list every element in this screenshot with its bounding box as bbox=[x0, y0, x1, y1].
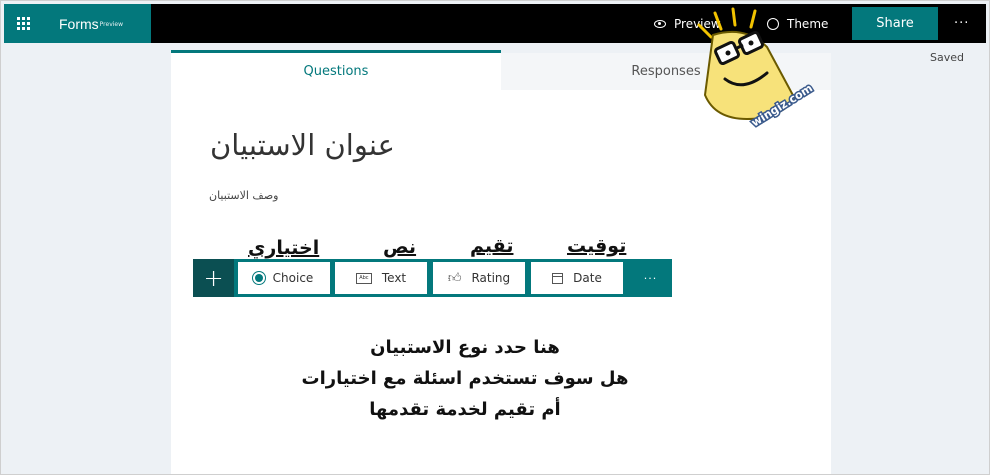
question-type-toolbar: + Choice Abc Text 👍︎ Rating Date ··· bbox=[193, 259, 672, 297]
instructions: هنا حدد نوع الاستبيان هل سوف تستخدم اسئل… bbox=[300, 332, 630, 425]
app-launcher-button[interactable] bbox=[4, 4, 43, 43]
thumbs-up-icon: 👍︎ bbox=[447, 270, 462, 286]
share-button[interactable]: Share bbox=[852, 7, 938, 40]
text-button[interactable]: Abc Text bbox=[335, 262, 427, 294]
rating-label: Rating bbox=[471, 271, 511, 285]
instruction-line-2: هل سوف تستخدم اسئلة مع اختيارات bbox=[301, 368, 629, 389]
waffle-icon bbox=[17, 17, 30, 30]
choice-button[interactable]: Choice bbox=[238, 262, 330, 294]
form-title[interactable]: عنوان الاستبيان bbox=[210, 128, 395, 162]
text-icon: Abc bbox=[355, 272, 372, 284]
annotation-text: نص bbox=[383, 236, 417, 258]
app-brand[interactable]: Forms Preview bbox=[43, 4, 151, 43]
text-label: Text bbox=[381, 271, 407, 285]
eye-icon bbox=[654, 19, 666, 28]
watermark-logo: wingiz.com bbox=[697, 7, 815, 131]
instruction-line-3: أم تقيم لخدمة تقدمها bbox=[369, 399, 561, 420]
rating-button[interactable]: 👍︎ Rating bbox=[433, 262, 525, 294]
instruction-line-1: هنا حدد نوع الاستبيان bbox=[370, 337, 560, 358]
annotation-date: توقيت bbox=[567, 235, 627, 257]
add-question-button[interactable]: + bbox=[193, 259, 234, 297]
brand-tag: Preview bbox=[99, 21, 124, 28]
date-button[interactable]: Date bbox=[531, 262, 623, 294]
annotation-rating: تقيم bbox=[470, 235, 514, 257]
tab-questions[interactable]: Questions bbox=[171, 50, 501, 90]
top-bar: Forms Preview Preview Theme Share ··· bbox=[4, 4, 986, 43]
saved-status: Saved bbox=[930, 51, 964, 64]
more-options-button[interactable]: ··· bbox=[954, 4, 969, 43]
more-question-types-button[interactable]: ··· bbox=[629, 259, 672, 297]
choice-label: Choice bbox=[272, 271, 314, 285]
date-label: Date bbox=[573, 271, 602, 285]
radio-icon bbox=[254, 274, 263, 282]
annotation-choice: اختياري bbox=[248, 237, 320, 259]
brand-name: Forms bbox=[59, 15, 99, 32]
calendar-icon bbox=[552, 272, 564, 284]
form-description[interactable]: وصف الاستبيان bbox=[209, 189, 278, 202]
